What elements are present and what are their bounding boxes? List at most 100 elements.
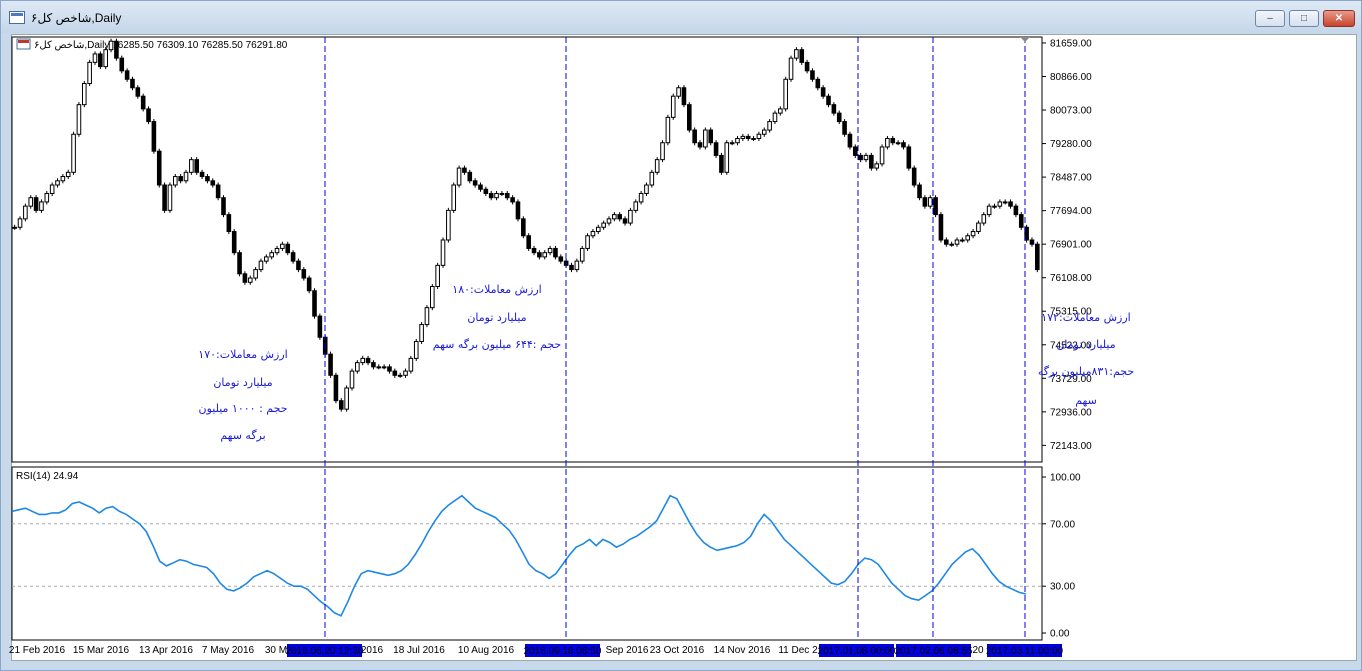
candle — [39, 199, 44, 213]
candle — [60, 174, 66, 184]
candle — [740, 133, 746, 142]
candle — [349, 368, 355, 391]
candle — [794, 47, 799, 61]
candle — [103, 47, 108, 70]
candle — [205, 174, 210, 184]
candle — [146, 106, 151, 125]
candle — [660, 140, 665, 163]
annotation-text: ارزش معاملات:۱۷۲ — [1041, 311, 1130, 324]
candle — [381, 364, 387, 370]
rsi-title: RSI(14) 24.94 — [16, 471, 79, 482]
candle — [328, 351, 333, 378]
candle — [745, 133, 751, 142]
candle — [1018, 212, 1024, 230]
candle — [199, 169, 205, 180]
candle — [98, 51, 103, 70]
candle — [917, 182, 922, 201]
candle — [338, 398, 344, 412]
candle — [499, 190, 505, 197]
price-tick-label: 80866.00 — [1050, 72, 1092, 83]
candle — [944, 237, 949, 247]
price-tick-label: 72936.00 — [1050, 407, 1092, 418]
price-tick-label: 81659.00 — [1050, 38, 1092, 49]
candle — [360, 355, 365, 366]
candle — [23, 203, 28, 222]
candle — [633, 199, 639, 213]
candle — [906, 144, 912, 171]
candle — [44, 190, 50, 205]
candle — [467, 169, 473, 184]
x-tick-label: 2016 — [361, 645, 384, 656]
candle — [81, 80, 87, 108]
candle — [1029, 237, 1035, 247]
candle — [595, 224, 601, 235]
candle — [462, 165, 467, 175]
candle — [290, 250, 296, 264]
x-tick-label: 14 Nov 2016 — [714, 645, 771, 656]
candle — [344, 385, 349, 412]
candle — [189, 157, 194, 175]
candle — [911, 165, 917, 188]
candle — [831, 102, 837, 116]
candle — [430, 283, 435, 311]
candle — [992, 203, 997, 209]
candle — [810, 68, 815, 82]
candle — [221, 195, 226, 218]
candle — [301, 267, 307, 281]
candle — [435, 262, 440, 290]
candle — [371, 360, 376, 370]
shift-marker-icon — [1020, 37, 1030, 42]
candle — [296, 258, 301, 273]
candle — [842, 119, 847, 137]
candle — [804, 59, 810, 74]
candle — [456, 165, 462, 188]
candle — [697, 140, 703, 150]
candle — [606, 216, 612, 226]
candle — [895, 140, 901, 146]
candle — [558, 254, 564, 264]
price-tick-label: 79280.00 — [1050, 139, 1092, 150]
candle — [92, 51, 98, 65]
candle — [504, 190, 510, 201]
candle — [729, 140, 735, 146]
candle — [852, 144, 858, 158]
candle — [526, 233, 531, 251]
candle — [687, 102, 692, 133]
candle — [162, 182, 167, 213]
annotation-text: ارزش معاملات:۱۸۰ — [452, 283, 541, 296]
candle — [451, 182, 457, 213]
candle — [933, 195, 938, 218]
candle — [1002, 199, 1008, 205]
candle — [665, 114, 671, 146]
candle — [130, 76, 135, 91]
candle — [927, 195, 933, 209]
candle — [537, 250, 542, 260]
marker-date-label: 2017.02.06 08:55 — [895, 646, 973, 657]
candle — [767, 119, 772, 133]
candle — [446, 207, 451, 243]
candle — [960, 237, 965, 243]
candle — [167, 182, 173, 213]
chart-canvas[interactable]: 81659.00 80866.00 80073.00 79280.00 78487.00… — [0, 0, 1362, 671]
candle — [601, 220, 606, 230]
annotation-text: حجم :۶۴۴ میلیون برگه سهم — [433, 338, 561, 351]
candle — [547, 245, 553, 256]
candle — [376, 364, 382, 370]
candle — [612, 212, 617, 222]
candle — [28, 195, 34, 209]
candle — [387, 364, 392, 374]
marker-date-label: 2016.06.20 12:30 — [286, 646, 364, 657]
candle — [869, 152, 874, 171]
x-tick-label: 13 Apr 2016 — [139, 645, 193, 656]
candle — [49, 182, 55, 197]
candle — [569, 262, 574, 273]
candle — [922, 195, 928, 209]
candle — [874, 161, 879, 171]
candle — [553, 245, 558, 260]
candle — [397, 372, 403, 378]
candle — [976, 220, 981, 235]
candle — [981, 212, 987, 226]
candle — [76, 102, 82, 137]
candle — [847, 131, 853, 150]
candle — [71, 131, 76, 175]
